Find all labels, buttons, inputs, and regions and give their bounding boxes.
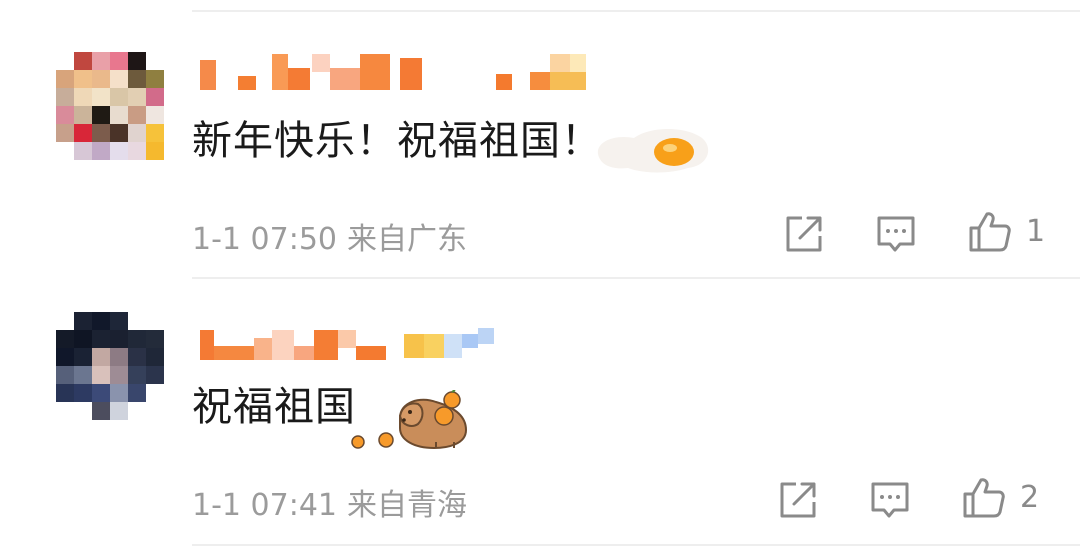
comment-meta: 1-1 07:50 来自广东 — [192, 214, 467, 258]
username[interactable] — [200, 54, 590, 90]
comment-location: 来自广东 — [347, 222, 467, 257]
capybara-orange-icon — [348, 389, 472, 456]
comment-text: 新年快乐！祝福祖国！ — [192, 118, 602, 164]
avatar[interactable] — [56, 312, 166, 422]
share-button[interactable] — [782, 212, 826, 256]
like-button[interactable] — [960, 474, 1005, 518]
comment-meta: 1-1 07:41 来自青海 — [192, 480, 467, 524]
comment-location: 来自青海 — [347, 488, 467, 523]
share-icon — [786, 216, 822, 252]
like-count: 2 — [1020, 480, 1040, 515]
reply-button[interactable] — [868, 478, 912, 522]
fried-egg-icon — [590, 120, 714, 180]
comment-icon — [871, 482, 909, 518]
thumbs-up-icon — [969, 212, 1011, 252]
avatar[interactable] — [56, 52, 166, 162]
comment-divider — [192, 277, 1080, 279]
reply-button[interactable] — [874, 212, 918, 256]
top-divider — [192, 10, 1080, 12]
username[interactable] — [200, 324, 500, 360]
thumbs-up-icon — [963, 478, 1005, 518]
bottom-divider — [192, 544, 1080, 546]
comment-time: 1-1 07:41 — [192, 488, 337, 523]
comment-list: 新年快乐！祝福祖国！ 1-1 07:50 来自广东 1 祝福祖国 1-1 07:… — [0, 0, 1080, 547]
comment-time: 1-1 07:50 — [192, 222, 337, 257]
share-icon — [780, 482, 816, 518]
like-count: 1 — [1026, 214, 1046, 249]
comment-icon — [877, 216, 915, 252]
comment-text: 祝福祖国 — [192, 384, 356, 430]
like-button[interactable] — [966, 208, 1011, 252]
share-button[interactable] — [776, 478, 820, 522]
